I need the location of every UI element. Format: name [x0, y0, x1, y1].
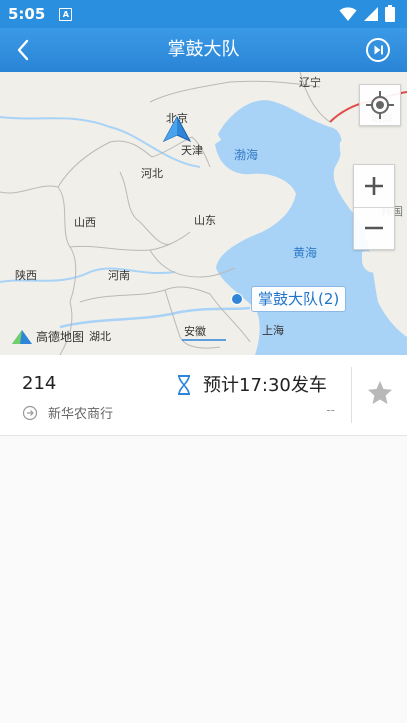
map-label-shanghai: 上海 — [262, 324, 284, 337]
direction-text: 新华农商行 — [48, 407, 114, 422]
app-bar: 掌鼓大队 — [0, 28, 407, 72]
plus-icon — [365, 177, 383, 195]
map-label-liaoning: 辽宁 — [299, 76, 321, 89]
bus-location-dot[interactable] — [231, 293, 243, 305]
back-icon[interactable] — [10, 36, 38, 64]
map-label-shandong: 山东 — [194, 214, 216, 227]
eta-placeholder: -- — [326, 403, 335, 417]
line-number: 214 — [22, 373, 57, 394]
signal-icon — [364, 6, 378, 21]
favorite-star-icon[interactable] — [364, 377, 396, 409]
zoom-controls — [353, 164, 395, 250]
bus-info-card[interactable]: 214 新华农商行 预计17:30发车 -- — [0, 355, 407, 436]
map-label-anhui: 安徽 — [184, 325, 206, 338]
divider — [351, 367, 352, 423]
status-time: 5:05 — [8, 5, 46, 23]
map-label-tianjin: 天津 — [181, 144, 203, 157]
amap-logo-text: 高德地图 — [36, 330, 85, 344]
skip-next-icon[interactable] — [365, 37, 391, 63]
amap-logo: 高德地图 — [12, 328, 84, 345]
direction-arrow-icon — [22, 405, 38, 421]
map-label-huanghai: 黄海 — [293, 246, 318, 260]
status-bar: 5:05 A — [0, 0, 407, 28]
map-label-henan: 河南 — [108, 269, 130, 282]
zoom-out-button[interactable] — [354, 207, 394, 249]
map-label-hebei: 河北 — [141, 167, 163, 180]
notification-icon: A — [59, 7, 73, 21]
departure-time: 预计17:30发车 — [203, 375, 327, 396]
map-label-shanxi: 山西 — [74, 216, 96, 229]
status-icons — [339, 5, 395, 22]
map-label-bohai: 渤海 — [234, 148, 259, 162]
battery-icon — [385, 5, 395, 22]
hourglass-icon — [178, 375, 190, 395]
map-label-shaanxi: 陕西 — [15, 269, 37, 282]
map-view[interactable]: 北京 天津 河北 山西 山东 陕西 河南 湖北 安徽 上海 辽宁 朝鲜 韩国 渤… — [0, 72, 407, 355]
amap-logo-icon — [12, 329, 32, 344]
locate-button[interactable] — [359, 84, 401, 126]
minus-icon — [365, 226, 383, 230]
page-title: 掌鼓大队 — [167, 39, 240, 60]
wifi-icon — [339, 6, 357, 21]
map-label-hubei: 湖北 — [89, 330, 111, 343]
navigation-arrow-icon — [163, 116, 191, 142]
locate-icon — [366, 91, 394, 119]
bus-callout[interactable]: 掌鼓大队(2) — [251, 286, 347, 312]
zoom-in-button[interactable] — [354, 165, 394, 208]
